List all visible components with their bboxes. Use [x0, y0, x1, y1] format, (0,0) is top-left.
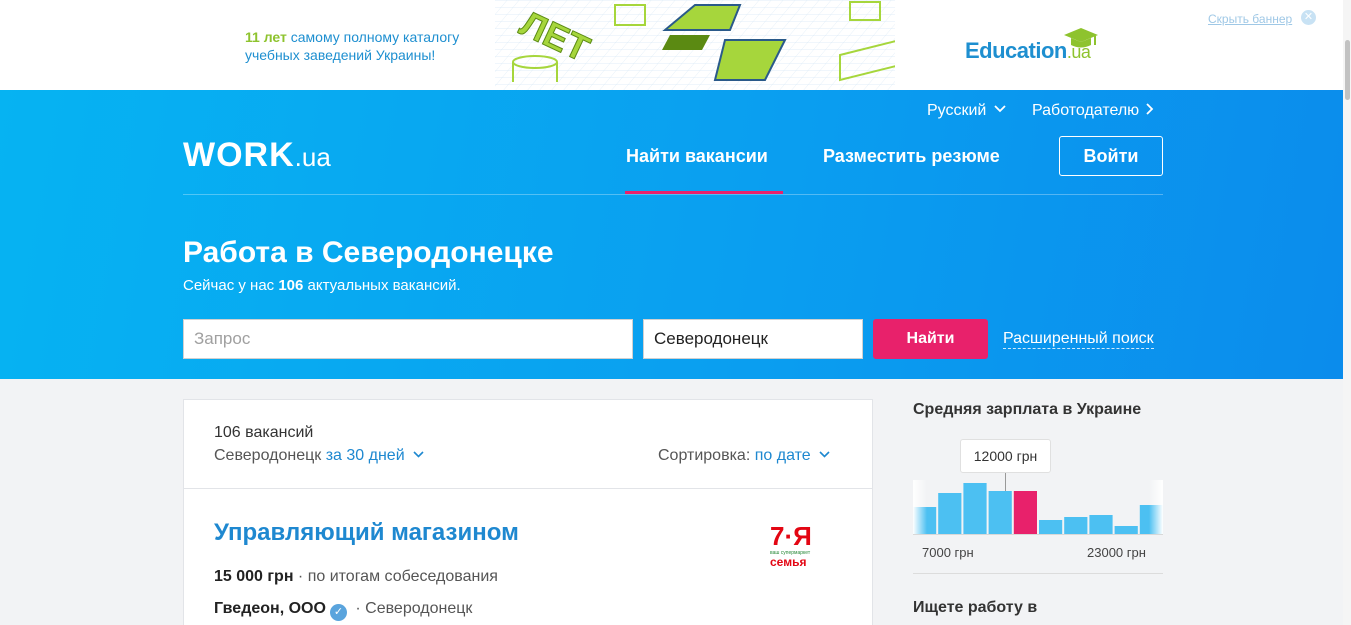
header-divider: [183, 194, 1163, 195]
salary-note: · по итогам собеседования: [293, 568, 498, 585]
filter-city: Северодонецк: [214, 447, 322, 464]
work-ua-logo[interactable]: WORK.ua: [183, 136, 331, 175]
histogram-bar[interactable]: [1114, 526, 1138, 534]
search-button[interactable]: Найти: [873, 319, 988, 359]
job-salary: 15 000 грн · по итогам собеседования: [214, 568, 498, 586]
sort-control: Сортировка: по дате: [658, 447, 830, 465]
company-logo[interactable]: 7·Я ваш супермаркет семья: [768, 517, 816, 573]
banner-highlight: 11 лет: [245, 29, 287, 45]
salary-amount: 15 000 грн: [214, 568, 294, 585]
edu-brand: Education: [965, 38, 1067, 63]
sidebar-title-2: Ищете работу в: [913, 599, 1038, 616]
verified-check-icon: ✓: [329, 604, 347, 621]
search-input[interactable]: [183, 319, 633, 359]
language-label: Русский: [927, 102, 987, 119]
vacancy-count-text: Сейчас у нас 106 актуальных вакансий.: [183, 277, 461, 294]
results-filter: Северодонецк за 30 дней: [214, 447, 424, 465]
subtitle-post: актуальных вакансий.: [303, 277, 461, 294]
histogram-bar[interactable]: [1039, 520, 1063, 534]
banner-line2: учебных заведений Украины!: [245, 47, 436, 63]
tick-label-right: 23000 грн: [1087, 545, 1146, 560]
page-title: Работа в Северодонецке: [183, 236, 554, 269]
logo-7ya: 7·Я: [770, 521, 812, 551]
chevron-down-icon: [994, 105, 1006, 113]
company-name: Гведеон, ООО: [214, 600, 326, 617]
city-input[interactable]: [643, 319, 863, 359]
salary-tooltip: 12000 грн: [960, 439, 1051, 473]
period-label: за 30 дней: [325, 447, 405, 464]
histogram-bar[interactable]: [988, 491, 1012, 534]
banner-illustration: ЛЕТ: [495, 0, 895, 90]
logo-main: WORK: [183, 136, 295, 174]
employer-link[interactable]: Работодателю: [1032, 102, 1154, 120]
subtitle-pre: Сейчас у нас: [183, 277, 279, 294]
advanced-search-link[interactable]: Расширенный поиск: [1003, 329, 1154, 349]
chart-fade-left: [913, 480, 927, 534]
histogram-bar[interactable]: [1089, 515, 1113, 534]
chart-fade-right: [1149, 480, 1163, 534]
nav-find-jobs[interactable]: Найти вакансии: [626, 146, 768, 167]
chart-axis: [913, 534, 1163, 535]
language-selector[interactable]: Русский: [927, 102, 1006, 120]
employer-label: Работодателю: [1032, 102, 1140, 119]
logo-word: семья: [770, 555, 806, 569]
banner-line1: самому полному каталогу: [286, 29, 460, 45]
results-header: 106 вакансий Северодонецк за 30 дней Сор…: [183, 399, 873, 488]
scrollbar-thumb[interactable]: [1345, 40, 1350, 100]
promo-banner[interactable]: 11 лет самому полному каталогу учебных з…: [0, 0, 1343, 90]
job-card[interactable]: Управляющий магазином 15 000 грн · по ит…: [183, 488, 873, 625]
period-dropdown[interactable]: за 30 дней: [326, 447, 424, 464]
sort-label: Сортировка:: [658, 447, 751, 464]
chevron-right-icon: [1146, 103, 1153, 115]
job-location: · Северодонецк: [350, 600, 473, 617]
histogram-bar[interactable]: [938, 493, 962, 534]
close-icon[interactable]: ✕: [1301, 10, 1316, 25]
hero-section: Русский Работодателю WORK.ua Найти вакан…: [0, 90, 1343, 379]
subtitle-count: 106: [278, 277, 304, 294]
sidebar-divider: [913, 573, 1163, 574]
histogram-bar[interactable]: [1064, 517, 1088, 534]
login-button[interactable]: Войти: [1059, 136, 1163, 176]
sort-dropdown[interactable]: по дате: [755, 447, 830, 464]
tick-label-left: 7000 грн: [922, 545, 974, 560]
results-count: 106 вакансий: [214, 424, 314, 441]
sort-value: по дате: [754, 447, 811, 464]
job-title-link[interactable]: Управляющий магазином: [214, 519, 519, 547]
hide-banner-link[interactable]: Скрыть баннер: [1208, 12, 1292, 26]
graduation-cap-icon: [1064, 28, 1098, 48]
logo-suffix: .ua: [294, 142, 331, 172]
chevron-down-icon: [819, 451, 830, 458]
histogram-bar[interactable]: [963, 483, 987, 534]
nav-post-resume[interactable]: Разместить резюме: [823, 146, 1000, 167]
chevron-down-icon: [413, 451, 424, 458]
salary-widget-title: Средняя зарплата в Украине: [913, 401, 1142, 418]
job-company: Гведеон, ООО ✓ · Северодонецк: [214, 600, 472, 621]
banner-text: 11 лет самому полному каталогу учебных з…: [245, 28, 459, 64]
histogram-bar[interactable]: [1013, 491, 1037, 534]
salary-histogram: [913, 480, 1163, 534]
